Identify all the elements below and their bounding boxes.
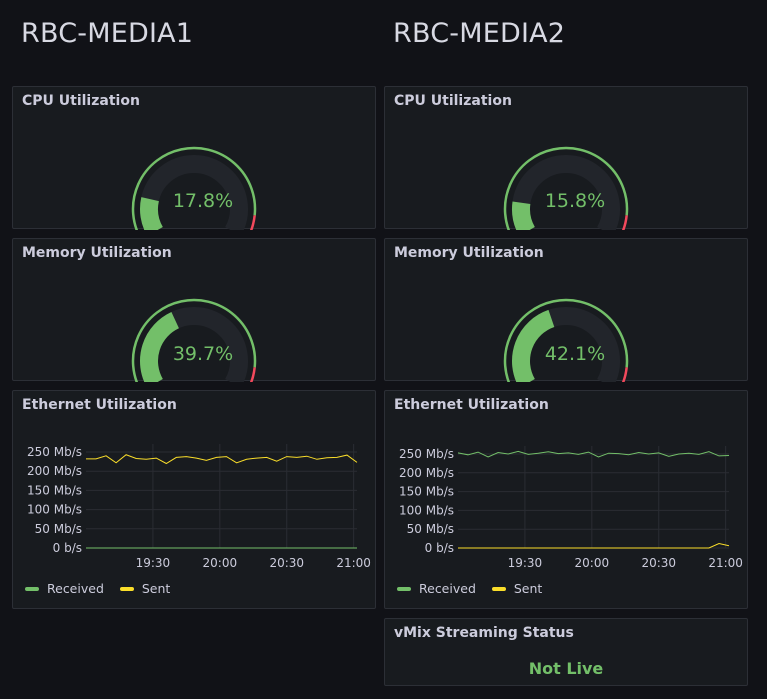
legend-item-received[interactable]: Received	[25, 581, 104, 596]
threshold-critical-arc	[249, 215, 256, 230]
host-title-media1: RBC-MEDIA1	[21, 18, 194, 49]
chart-legend: Received Sent	[397, 581, 558, 596]
memory-panel-media1[interactable]: Memory Utilization 39.7%	[12, 238, 376, 382]
ethernet-panel-media2[interactable]: Ethernet Utilization 0 b/s 50 Mb/s 100 Mb/…	[384, 390, 748, 609]
ethernet-chart-media1: 0 b/s 50 Mb/s 100 Mb/s 150 Mb/s 200 Mb/s 250 …	[27, 444, 371, 570]
threshold-critical-arc	[621, 367, 628, 382]
host-title-media2: RBC-MEDIA2	[393, 18, 566, 49]
memory-value-media1: 39.7%	[172, 343, 234, 365]
x-tick-label: 19:30	[136, 556, 171, 570]
y-tick-label: 100 Mb/s	[27, 503, 82, 517]
x-tick-label: 20:00	[575, 556, 610, 570]
legend-label-sent: Sent	[513, 581, 543, 596]
y-tick-label: 200 Mb/s	[27, 464, 82, 478]
x-tick-label: 21:00	[336, 556, 371, 570]
vmix-status-panel[interactable]: vMix Streaming Status Not Live	[384, 618, 748, 686]
sent-swatch	[119, 586, 134, 591]
chart-legend: Received Sent	[25, 581, 186, 596]
ethernet-panel-media1[interactable]: Ethernet Utilization 0 b/s 50 Mb/s 100 Mb/…	[12, 390, 376, 609]
y-tick-label: 100 Mb/s	[399, 503, 454, 517]
y-tick-label: 150 Mb/s	[27, 483, 82, 497]
threshold-critical-arc	[249, 367, 256, 382]
x-tick-label: 21:00	[708, 556, 743, 570]
legend-item-sent[interactable]: Sent	[491, 581, 543, 596]
x-tick-label: 19:30	[508, 556, 543, 570]
cpu-panel-media1[interactable]: CPU Utilization 17.8%	[12, 86, 376, 230]
y-tick-label: 50 Mb/s	[407, 522, 454, 536]
y-tick-label: 0 b/s	[425, 541, 454, 555]
received-swatch	[25, 586, 39, 591]
y-tick-label: 250 Mb/s	[27, 445, 82, 459]
legend-label-sent: Sent	[141, 581, 171, 596]
ethernet-chart-media2: 0 b/s 50 Mb/s 100 Mb/s 150 Mb/s 200 Mb/s 250 …	[399, 446, 743, 570]
memory-panel-media2[interactable]: Memory Utilization 42.1%	[384, 238, 748, 382]
cpu-value-media1: 17.8%	[172, 190, 234, 212]
cpu-panel-media2[interactable]: CPU Utilization 15.8%	[384, 86, 748, 230]
panel-title: vMix Streaming Status	[394, 625, 574, 641]
x-tick-label: 20:30	[641, 556, 676, 570]
received-swatch	[397, 586, 411, 591]
vmix-status-value: Not Live	[528, 659, 604, 678]
memory-value-media2: 42.1%	[544, 343, 606, 365]
y-tick-label: 0 b/s	[53, 541, 82, 555]
legend-item-sent[interactable]: Sent	[119, 581, 171, 596]
x-tick-label: 20:00	[203, 556, 238, 570]
series-line-sent	[458, 542, 730, 549]
y-tick-label: 150 Mb/s	[399, 485, 454, 499]
x-tick-label: 20:30	[269, 556, 304, 570]
y-tick-label: 200 Mb/s	[399, 466, 454, 480]
legend-label-received: Received	[47, 581, 104, 596]
legend-label-received: Received	[419, 581, 476, 596]
threshold-critical-arc	[621, 215, 628, 230]
cpu-value-media2: 15.8%	[544, 190, 606, 212]
y-tick-label: 250 Mb/s	[399, 447, 454, 461]
y-tick-label: 50 Mb/s	[35, 522, 82, 536]
sent-swatch	[491, 586, 506, 591]
legend-item-received[interactable]: Received	[397, 581, 476, 596]
series-line-sent	[86, 454, 358, 465]
